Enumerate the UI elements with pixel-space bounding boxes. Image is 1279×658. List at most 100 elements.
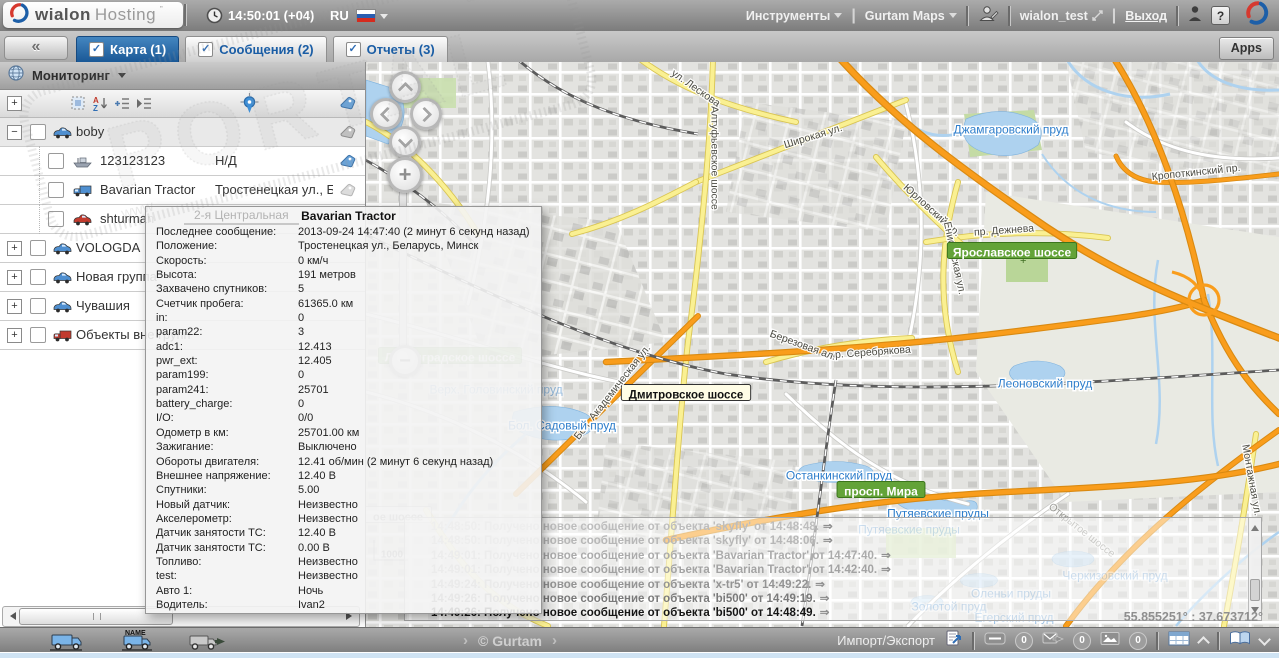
monitoring-toolbar: + AZ: [0, 90, 365, 118]
unit-checkbox[interactable]: [30, 124, 46, 140]
collapse-panel-button[interactable]: «: [4, 36, 68, 60]
unit-checkbox[interactable]: [30, 298, 46, 314]
apps-button[interactable]: Apps: [1219, 37, 1274, 60]
tab-2[interactable]: ✓ Отчеты (3): [333, 36, 448, 62]
tab-checkbox[interactable]: ✓: [346, 42, 361, 57]
tooltip-field: adc1:12.413: [156, 340, 541, 354]
unit-checkbox[interactable]: [48, 153, 64, 169]
import-export-icon[interactable]: [944, 629, 963, 653]
chevron-down-icon: [834, 13, 842, 22]
truck-blue-icon: [72, 183, 93, 203]
help-icon[interactable]: ?: [1211, 6, 1230, 25]
user-edit-icon[interactable]: [978, 5, 999, 27]
messages-icon[interactable]: [984, 631, 1006, 651]
language-selector[interactable]: RU: [330, 8, 349, 23]
brand-logo: wialonHosting”: [3, 2, 183, 28]
unit-checkbox[interactable]: [30, 269, 46, 285]
messages-count: 0: [1015, 632, 1033, 650]
tree-unit-row[interactable]: Bavarian TractorТростенецкая ул., Бел...: [0, 176, 365, 205]
locate-message-icon[interactable]: ⇒: [815, 579, 825, 591]
panel-title: Мониторинг: [32, 68, 110, 83]
tree-expander[interactable]: +: [7, 270, 22, 285]
chevron-down-icon[interactable]: [1258, 633, 1271, 646]
tooltip-field: Высота:191 метров: [156, 268, 541, 282]
import-export-link[interactable]: Импорт/Экспорт: [837, 633, 935, 648]
tag-column-icon[interactable]: [338, 95, 357, 117]
tooltip-field: Последнее сообщение:2013-09-24 14:47:40 …: [156, 225, 541, 239]
zoom-in-button[interactable]: +: [387, 157, 423, 193]
locate-message-icon[interactable]: ⇒: [820, 593, 830, 605]
language-flag-icon[interactable]: [356, 9, 376, 23]
monitoring-header[interactable]: Мониторинг: [0, 62, 365, 90]
tree-group-row[interactable]: −boby: [0, 118, 365, 147]
tab-0[interactable]: ✓Карта (1): [76, 36, 179, 62]
unit-checkbox[interactable]: [30, 240, 46, 256]
tree-expander[interactable]: +: [7, 241, 22, 256]
tools-menu[interactable]: Инструменты: [746, 9, 842, 23]
gurtam-copyright[interactable]: › © Gurtam ›: [420, 628, 600, 653]
locate-message-icon[interactable]: ⇒: [823, 521, 833, 533]
scroll-up-icon[interactable]: [1251, 521, 1259, 531]
tag-icon[interactable]: [338, 124, 357, 146]
tooltip-field: Счетчик пробега:61365.0 км: [156, 297, 541, 311]
tooltip-field: Скорость:0 км/ч: [156, 254, 541, 268]
unit-checkbox[interactable]: [30, 327, 46, 343]
log-book-icon[interactable]: [1229, 630, 1251, 651]
map-label: Дмитровское шоссе: [621, 385, 750, 402]
globe-icon: [8, 65, 24, 86]
notifications-icon[interactable]: [1042, 630, 1064, 651]
username[interactable]: wialon_test: [1020, 9, 1103, 23]
pan-up-button[interactable]: [389, 71, 421, 103]
chevron-icon: ›: [463, 632, 468, 649]
svg-text:Джамгаровский пруд: Джамгаровский пруд: [953, 123, 1068, 137]
maps-menu[interactable]: Gurtam Maps: [865, 9, 957, 23]
truck-red-icon: [52, 328, 73, 348]
cursor-coordinates: 55.855251° : 37.673712°: [1124, 610, 1263, 624]
sort-az-icon[interactable]: AZ: [92, 95, 109, 112]
car-blue-icon: [52, 270, 73, 290]
tree-expander[interactable]: +: [7, 299, 22, 314]
logout-link[interactable]: Выход: [1125, 9, 1167, 23]
chevron-up-icon[interactable]: [1197, 636, 1210, 649]
tab-checkbox[interactable]: ✓: [89, 42, 104, 57]
language-caret-icon[interactable]: [380, 14, 388, 23]
tooltip-title: Bavarian Tractor: [156, 209, 541, 225]
log-scrollbar[interactable]: [1248, 518, 1261, 620]
tag-icon[interactable]: [338, 153, 357, 175]
operator-icon[interactable]: [1188, 5, 1202, 27]
tab-checkbox[interactable]: ✓: [198, 42, 213, 57]
add-to-list-icon[interactable]: [114, 95, 131, 112]
tooltip-field: Зажигание:Выключено: [156, 440, 541, 454]
expand-all-button[interactable]: +: [7, 96, 22, 111]
scroll-left-icon[interactable]: [6, 612, 16, 620]
tree-expander[interactable]: +: [7, 328, 22, 343]
pan-right-button[interactable]: [410, 98, 442, 130]
locate-message-icon[interactable]: ⇒: [820, 607, 830, 619]
car-blue-icon: [52, 299, 73, 319]
bottom-panel-icon[interactable]: [1168, 631, 1190, 651]
scrollbar-thumb[interactable]: [1250, 579, 1260, 601]
tree-unit-row[interactable]: 123123123Н/Д: [0, 147, 365, 176]
tag-icon[interactable]: [338, 182, 357, 204]
wialon-swirl-icon: [9, 2, 31, 29]
apply-list-icon[interactable]: [136, 95, 153, 112]
media-icon[interactable]: [1100, 631, 1120, 651]
tooltip-field: Захвачено спутников:5: [156, 282, 541, 296]
tab-1[interactable]: ✓Сообщения (2): [185, 36, 326, 62]
bottom-strip: [0, 652, 1279, 658]
pan-left-button[interactable]: [370, 98, 402, 130]
locate-message-icon[interactable]: ⇒: [823, 535, 833, 547]
unit-checkbox[interactable]: [48, 211, 64, 227]
locate-units-icon[interactable]: [240, 93, 259, 119]
tooltip-field: I/O:0/0: [156, 411, 541, 425]
tree-expander[interactable]: −: [7, 125, 22, 140]
map-label: Останкинский пруд: [786, 469, 892, 483]
locate-message-icon[interactable]: ⇒: [881, 564, 891, 576]
tooltip-field: Датчик занятости ТС:0.00 В: [156, 541, 541, 555]
pan-down-button[interactable]: [389, 126, 421, 158]
locate-message-icon[interactable]: ⇒: [881, 550, 891, 562]
tab-label: Отчеты (3): [367, 42, 435, 57]
select-mode-icon[interactable]: [70, 95, 87, 112]
tab-strip: ✓Карта (1)✓Сообщения (2)✓Отчеты (3): [76, 36, 448, 62]
unit-checkbox[interactable]: [48, 182, 64, 198]
